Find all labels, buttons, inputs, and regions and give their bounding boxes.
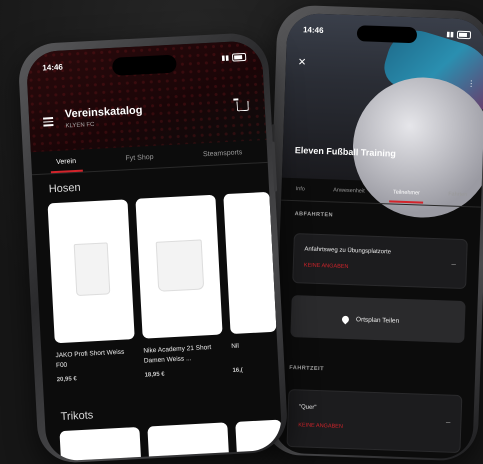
tab-shop[interactable]: Fyt Shop	[125, 153, 153, 161]
product-card-1[interactable]	[47, 199, 135, 344]
status-time: 14:46	[42, 61, 64, 73]
address-status: KEINE ANGABEN	[303, 262, 349, 271]
status-icons: ▮▮	[446, 30, 472, 40]
tab-anwesenheit[interactable]: Anwesenheit	[333, 187, 365, 194]
share-map-button[interactable]: Ortsplan Teilen	[290, 295, 466, 344]
tab-teilnehmer[interactable]: Teilnehmer	[393, 190, 420, 197]
cart-icon[interactable]	[236, 100, 249, 112]
location-pin-icon	[340, 314, 351, 325]
route-text: "Quer"	[298, 404, 317, 411]
tab-steamsports[interactable]: Steamsports	[203, 149, 243, 158]
product-price-3: 16,(	[232, 367, 244, 375]
collapse-icon: –	[445, 417, 451, 427]
product-image	[73, 242, 111, 297]
product-price-1: 20,95 €	[56, 376, 77, 384]
left-phone-screen: 14:46 ▮▮ Vereinskatalog KLYEN FC Verein …	[25, 40, 283, 462]
chevron-icon: –	[451, 259, 457, 269]
route-status: KEINE ANGABEN	[298, 422, 343, 430]
address-text: Anfahrtsweg zu Übungsplatzorte	[304, 246, 392, 256]
jersey-card-2[interactable]	[147, 422, 230, 462]
section-abfahrt: ABFAHRTEN	[294, 211, 334, 219]
jersey-card-1[interactable]	[59, 426, 142, 462]
product-name-2: Nike Academy 21 Short Damen Weiss ...	[143, 344, 212, 365]
address-card[interactable]: Anfahrtsweg zu Übungsplatzorte KEINE ANG…	[292, 233, 468, 290]
product-name-3: Nil	[231, 342, 240, 351]
menu-icon[interactable]	[43, 115, 54, 128]
close-icon[interactable]: ✕	[298, 57, 307, 68]
status-time: 14:46	[302, 24, 324, 35]
right-phone-screen: 14:46 ▮▮ ✕ ⋮ Eleven Fußball Training Inf…	[272, 12, 483, 460]
section-hosen: Hosen	[48, 181, 81, 196]
status-icons: ▮▮	[221, 52, 247, 63]
product-name-1: JAKO Profi Short Weiss F00	[55, 348, 125, 370]
share-map-label: Ortsplan Teilen	[355, 316, 400, 325]
section-fahrtzeit: FAHRTZEIT	[289, 365, 325, 373]
battery-icon	[456, 30, 472, 40]
battery-icon	[231, 52, 247, 62]
product-image	[155, 239, 205, 292]
tab-fahrten[interactable]: Fahrten	[448, 191, 467, 198]
jersey-card-3[interactable]	[235, 419, 283, 462]
right-phone: 14:46 ▮▮ ✕ ⋮ Eleven Fußball Training Inf…	[262, 4, 483, 462]
left-phone: 14:46 ▮▮ Vereinskatalog KLYEN FC Verein …	[17, 31, 289, 464]
route-card[interactable]: "Quer" KEINE ANGABEN –	[286, 388, 463, 454]
signal-icon: ▮▮	[446, 31, 455, 39]
section-trikots: Trikots	[60, 409, 94, 424]
more-icon[interactable]: ⋮	[467, 79, 475, 88]
product-card-2[interactable]	[135, 194, 223, 339]
product-price-2: 18,95 €	[144, 371, 165, 379]
tab-info[interactable]: Info	[296, 186, 305, 192]
product-card-3[interactable]	[223, 191, 277, 335]
tab-verein[interactable]: Verein	[56, 157, 76, 165]
signal-icon: ▮▮	[221, 54, 230, 63]
